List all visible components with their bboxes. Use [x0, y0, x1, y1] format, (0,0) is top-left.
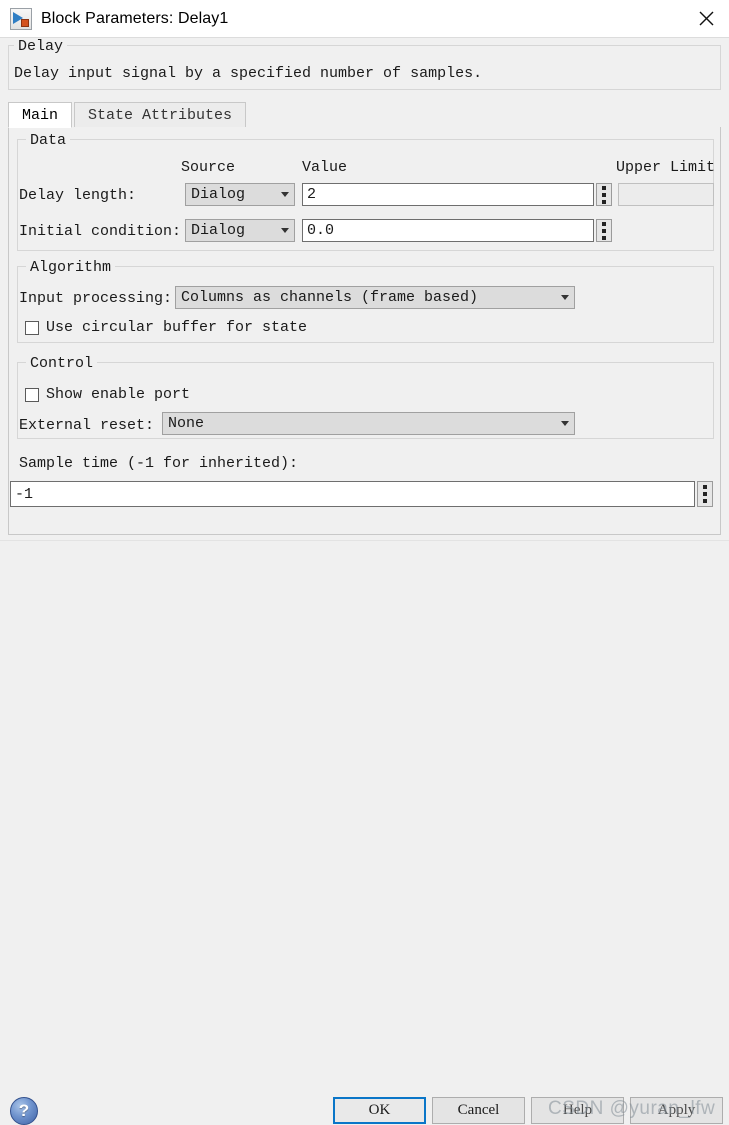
delay-length-param-button[interactable] [596, 183, 612, 206]
chevron-down-icon [276, 228, 294, 233]
help-icon[interactable]: ? [10, 1097, 38, 1125]
label-sample-time: Sample time (-1 for inherited): [19, 455, 299, 472]
external-reset-select[interactable]: None [162, 412, 575, 435]
control-group-legend: Control [26, 355, 98, 372]
initial-condition-param-button[interactable] [596, 219, 612, 242]
description-group-legend: Delay [14, 38, 68, 55]
ok-button[interactable]: OK [333, 1097, 426, 1124]
sample-time-input[interactable]: -1 [10, 481, 695, 507]
tab-strip: Main State Attributes [8, 102, 721, 128]
description-text: Delay input signal by a specified number… [14, 65, 483, 82]
show-enable-port-checkbox[interactable]: Show enable port [25, 386, 190, 403]
input-processing-select[interactable]: Columns as channels (frame based) [175, 286, 575, 309]
tab-state-attributes[interactable]: State Attributes [74, 102, 247, 128]
chevron-down-icon [556, 295, 574, 300]
close-icon[interactable] [683, 0, 729, 37]
input-processing-value: Columns as channels (frame based) [181, 289, 479, 306]
cancel-button[interactable]: Cancel [432, 1097, 525, 1124]
apply-button[interactable]: Apply [630, 1097, 723, 1124]
column-header-upper-limit: Upper Limit [616, 159, 716, 176]
external-reset-value: None [168, 415, 205, 432]
initial-condition-value-input[interactable]: 0.0 [302, 219, 594, 242]
help-button[interactable]: Help [531, 1097, 624, 1124]
checkbox-box-icon [25, 387, 39, 402]
row-label-initial-condition: Initial condition: [19, 223, 182, 240]
window-title: Block Parameters: Delay1 [41, 9, 229, 27]
delay-length-source-select[interactable]: Dialog [185, 183, 295, 206]
use-circular-buffer-checkbox[interactable]: Use circular buffer for state [25, 319, 307, 336]
tab-main[interactable]: Main [8, 102, 73, 128]
delay-length-upper-limit-input[interactable] [618, 183, 714, 206]
label-external-reset: External reset: [19, 417, 155, 434]
initial-condition-source-select[interactable]: Dialog [185, 219, 295, 242]
delay-length-value-input[interactable]: 2 [302, 183, 594, 206]
data-group-legend: Data [26, 132, 71, 149]
column-header-source: Source [181, 159, 236, 176]
title-bar: Block Parameters: Delay1 [0, 0, 729, 38]
label-input-processing: Input processing: [19, 290, 173, 307]
dialog-footer: ? OK Cancel Help Apply CSDN @yuran_lfw [0, 540, 729, 1125]
column-header-value: Value [302, 159, 348, 176]
algorithm-group-legend: Algorithm [26, 259, 116, 276]
main-tab-panel: Data Source Value Upper Limit Delay leng… [8, 127, 721, 535]
simulink-block-icon [10, 7, 32, 30]
sample-time-param-button[interactable] [697, 481, 713, 507]
row-label-delay-length: Delay length: [19, 187, 137, 204]
delay-length-source-value: Dialog [191, 186, 246, 203]
show-enable-port-label: Show enable port [46, 386, 191, 403]
chevron-down-icon [276, 192, 294, 197]
use-circular-buffer-label: Use circular buffer for state [46, 319, 308, 336]
initial-condition-source-value: Dialog [191, 222, 246, 239]
icon-square-shape [21, 18, 29, 27]
checkbox-box-icon [25, 320, 39, 335]
chevron-down-icon [556, 421, 574, 426]
